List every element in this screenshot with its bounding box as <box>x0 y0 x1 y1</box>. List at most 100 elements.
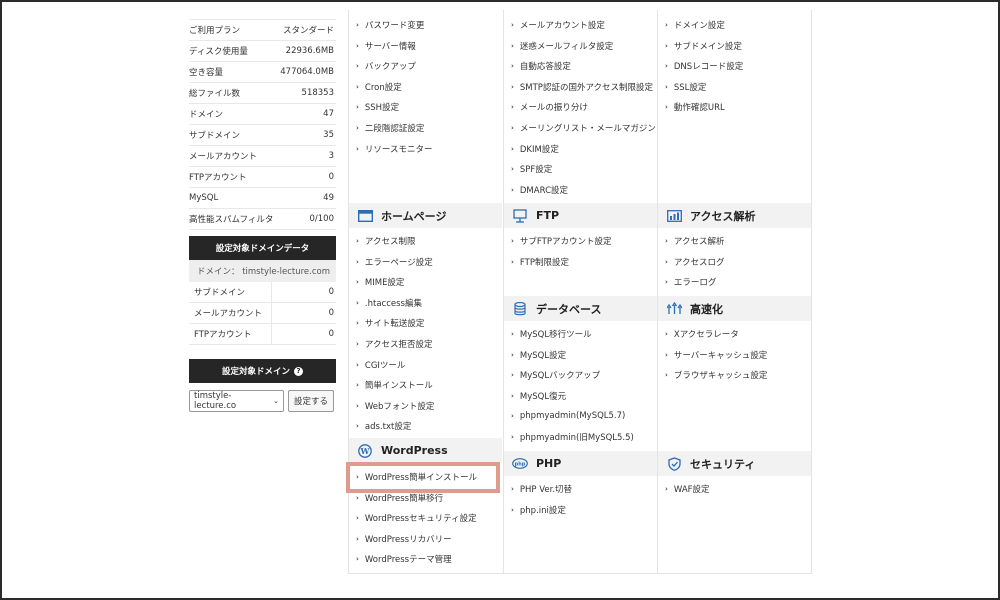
chevron-right-icon: › <box>665 257 668 266</box>
menu-link[interactable]: › phpmyadmin(MySQL5.7) <box>511 409 625 423</box>
menu-link-label: MySQL復元 <box>519 391 567 402</box>
menu-link[interactable]: › Xアクセラレータ <box>665 327 739 341</box>
menu-link[interactable]: › サブドメイン設定 <box>665 39 742 53</box>
menu-link[interactable]: › パスワード変更 <box>356 18 424 32</box>
menu-link[interactable]: › FTP制限設定 <box>511 255 569 269</box>
section-title: WordPress <box>381 444 448 457</box>
menu-link[interactable]: › MIME設定 <box>356 275 404 289</box>
set-domain-button[interactable]: 設定する <box>288 390 334 412</box>
menu-link-label: 動作確認URL <box>673 103 725 114</box>
menu-link[interactable]: › SMTP認証の国外アクセス制限設定 <box>511 80 653 94</box>
menu-link[interactable]: › .htaccess編集 <box>356 296 422 310</box>
section-title: データベース <box>536 302 602 316</box>
menu-link[interactable]: › エラーページ設定 <box>356 255 433 269</box>
menu-link[interactable]: › サブFTPアカウント設定 <box>511 234 611 248</box>
stat-row-label: メールアカウント <box>189 152 258 162</box>
menu-link[interactable]: › Webフォント設定 <box>356 399 434 413</box>
section-header-homepage: ホームページ <box>349 203 502 228</box>
menu-link[interactable]: › アクセス制限 <box>356 234 415 248</box>
chevron-right-icon: › <box>356 514 359 523</box>
chevron-right-icon: › <box>511 103 514 112</box>
section-header-wordpress: W WordPress <box>349 438 502 463</box>
section-header-php: php PHP <box>504 451 657 476</box>
menu-link[interactable]: › WordPress簡単インストール <box>356 470 477 484</box>
menu-link[interactable]: › ads.txt設定 <box>356 419 411 433</box>
menu-link[interactable]: › アクセス解析 <box>665 234 724 248</box>
menu-link[interactable]: › サーバー情報 <box>356 39 416 53</box>
menu-link[interactable]: › WordPress簡単移行 <box>356 491 443 505</box>
menu-link[interactable]: › PHP Ver.切替 <box>511 482 572 496</box>
chevron-right-icon: › <box>511 505 514 514</box>
menu-link[interactable]: › phpmyadmin(旧MySQL5.5) <box>511 430 634 444</box>
menu-link[interactable]: › リソースモニター <box>356 142 432 156</box>
menu-link-label: バックアップ <box>364 62 416 73</box>
menu-link[interactable]: › 簡単インストール <box>356 378 433 392</box>
menu-link[interactable]: › ドメイン設定 <box>665 18 725 32</box>
menu-link-label: サーバーキャッシュ設定 <box>673 350 768 361</box>
stat-row: メールアカウント 3 <box>189 146 336 167</box>
chevron-right-icon: › <box>665 237 668 245</box>
menu-link[interactable]: › SPF設定 <box>511 162 552 176</box>
domain-stat-row: サブドメイン 0 <box>189 282 336 303</box>
menu-link[interactable]: › Cron設定 <box>356 80 402 94</box>
menu-link-label: メールアカウント設定 <box>519 21 605 31</box>
menu-link-label: アクセス解析 <box>673 237 725 247</box>
menu-link[interactable]: › サーバーキャッシュ設定 <box>665 348 767 362</box>
menu-link-label: phpmyadmin(MySQL5.7) <box>519 411 626 422</box>
menu-link[interactable]: › MySQLバックアップ <box>511 368 600 382</box>
menu-link[interactable]: › WordPressテーマ管理 <box>356 552 452 566</box>
menu-link[interactable]: › MySQL復元 <box>511 389 566 403</box>
menu-link-label: ドメイン設定 <box>673 21 725 31</box>
help-icon[interactable]: ? <box>294 366 303 376</box>
menu-link[interactable]: › DNSレコード設定 <box>665 59 743 73</box>
menu-link[interactable]: › アクセスログ <box>665 255 724 269</box>
stat-row-label: 総ファイル数 <box>189 89 241 99</box>
menu-link[interactable]: › MySQL移行ツール <box>511 327 592 341</box>
chevron-right-icon: › <box>665 371 668 380</box>
menu-link[interactable]: › メールの振り分け <box>511 100 588 114</box>
browser-window-icon <box>357 209 373 223</box>
menu-link[interactable]: › メールアカウント設定 <box>511 18 605 32</box>
menu-link[interactable]: › 動作確認URL <box>665 100 725 114</box>
menu-link-label: サーバー情報 <box>364 41 416 52</box>
menu-link[interactable]: › SSH設定 <box>356 100 399 114</box>
menu-link[interactable]: › MySQL設定 <box>511 348 566 362</box>
menu-link-label: MIME設定 <box>364 278 405 289</box>
menu-link[interactable]: › WordPressリカバリー <box>356 532 452 546</box>
domain-data-title: 設定対象ドメインデータ <box>215 244 310 254</box>
menu-link[interactable]: › バックアップ <box>356 59 416 73</box>
menu-link[interactable]: › 迷惑メールフィルタ設定 <box>511 39 613 53</box>
menu-link[interactable]: › 自動応答設定 <box>511 59 571 73</box>
menu-link[interactable]: › SSL設定 <box>665 80 706 94</box>
stat-row: ご利用プラン スタンダード <box>189 20 336 41</box>
domain-select[interactable]: timstyle-lecture.co ⌄ <box>189 390 284 412</box>
chevron-right-icon: › <box>511 391 514 400</box>
menu-link[interactable]: › サイト転送設定 <box>356 316 424 330</box>
stat-row-label: FTPアカウント <box>189 173 247 183</box>
menu-link-label: アクセスログ <box>673 257 725 268</box>
menu-link[interactable]: › 二段階認証設定 <box>356 121 424 135</box>
stat-row-label: サブドメイン <box>189 131 241 141</box>
menu-link[interactable]: › アクセス拒否設定 <box>356 337 432 351</box>
chevron-right-icon: › <box>356 360 359 369</box>
domain-stat-row-label: FTPアカウント <box>194 324 272 344</box>
menu-link[interactable]: › WAF設定 <box>665 482 710 496</box>
menu-link[interactable]: › エラーログ <box>665 275 716 289</box>
menu-link[interactable]: › ブラウザキャッシュ設定 <box>665 368 767 382</box>
chevron-right-icon: › <box>356 257 359 266</box>
menu-link-label: phpmyadmin(旧MySQL5.5) <box>519 433 634 443</box>
target-domain-header: 設定対象ドメイン ? <box>189 359 336 383</box>
menu-link[interactable]: › メーリングリスト・メールマガジン <box>511 121 656 135</box>
menu-link[interactable]: › DMARC設定 <box>511 183 568 197</box>
domain-data-header: 設定対象ドメインデータ <box>189 236 336 260</box>
chevron-right-icon: › <box>356 534 359 543</box>
section-title: ホームページ <box>381 209 447 223</box>
menu-link[interactable]: › CGIツール <box>356 358 405 372</box>
menu-link[interactable]: › php.ini設定 <box>511 503 566 517</box>
menu-link-label: WordPressテーマ管理 <box>364 555 452 566</box>
domain-select-row: timstyle-lecture.co ⌄ 設定する <box>189 390 336 412</box>
menu-link[interactable]: › WordPressセキュリティ設定 <box>356 511 477 525</box>
section-title: FTP <box>536 209 560 222</box>
section-title: アクセス解析 <box>690 209 756 223</box>
menu-link[interactable]: › DKIM設定 <box>511 142 559 156</box>
